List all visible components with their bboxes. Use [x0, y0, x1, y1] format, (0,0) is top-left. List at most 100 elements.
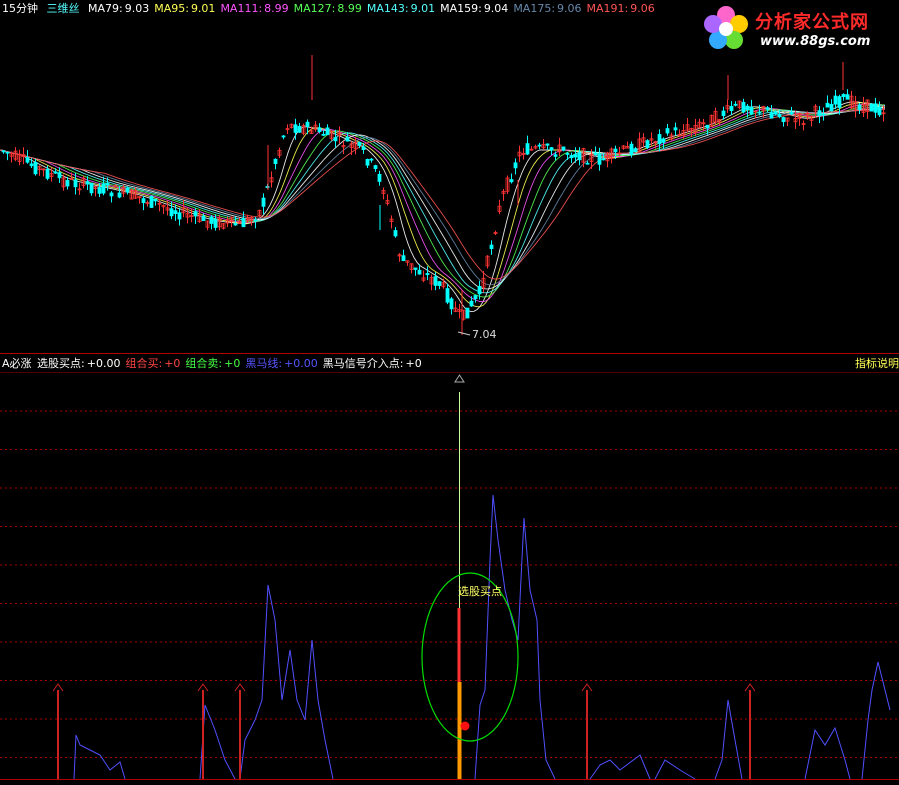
candle-body — [261, 197, 266, 207]
candle-body — [209, 216, 214, 224]
indicator-segment — [199, 704, 236, 780]
indicator-item-label: 黑马线: — [245, 357, 283, 370]
candle-body — [525, 143, 530, 155]
indicator-segment — [654, 759, 696, 780]
ma-legend-item[interactable]: MA191: 9.06 — [587, 2, 655, 15]
candle-body — [333, 137, 338, 142]
ma-value: 9.01 — [190, 2, 216, 15]
ma-line — [0, 104, 886, 298]
candle-body — [869, 103, 874, 112]
indicator-value-item[interactable]: 组合卖: +0 — [185, 357, 240, 370]
ma-legend: MA79: 9.03 MA95: 9.01 MA111: 8.99 MA127: 8.99 MA… — [88, 2, 660, 15]
ma-legend-item[interactable]: MA79: 9.03 — [88, 2, 149, 15]
ma-legend-item[interactable]: MA143: 9.01 — [367, 2, 435, 15]
up-arrow-icon — [234, 683, 246, 692]
candle-body — [377, 173, 382, 182]
price-low-marker — [457, 331, 471, 336]
indicator-item-value: +0 — [224, 357, 241, 370]
candle-body — [661, 138, 666, 143]
candle-body — [57, 172, 62, 179]
period-label[interactable]: 15分钟 — [2, 2, 38, 15]
indicator-value-item[interactable]: 选股买点: +0.00 — [37, 357, 120, 370]
candle-body — [613, 148, 618, 153]
logo-url: www.88gs.com — [760, 34, 871, 49]
candle-body — [445, 288, 450, 303]
candle-body — [821, 113, 826, 116]
ma-label: MA111: — [220, 2, 263, 15]
candle-body — [173, 210, 178, 214]
candle-body — [789, 112, 794, 115]
candle-body — [425, 273, 430, 276]
ma-line — [0, 102, 886, 308]
candle-body — [629, 143, 634, 155]
candle-body — [177, 212, 182, 220]
candle-body — [213, 218, 218, 228]
indicator-value-item[interactable]: 黑马线: +0.00 — [245, 357, 317, 370]
ma-value: 9.01 — [410, 2, 436, 15]
chart-canvas[interactable] — [0, 0, 899, 785]
candle-body — [765, 107, 770, 110]
candle-body — [777, 113, 782, 118]
indicator-item-label: 选股买点: — [37, 357, 85, 370]
candle-body — [781, 117, 786, 123]
indicator-value-item[interactable]: 黑马信号介入点: +0 — [323, 357, 422, 370]
ma-label: MA95: — [154, 2, 189, 15]
candle-body — [773, 111, 778, 115]
candle-body — [673, 127, 678, 131]
candle-body — [417, 269, 422, 275]
candle-body — [433, 276, 438, 286]
ma-value: 8.99 — [264, 2, 289, 15]
candle-body — [509, 179, 514, 183]
indicator-segment — [804, 726, 851, 780]
ma-label: MA191: — [586, 2, 629, 15]
candle-body — [45, 168, 50, 179]
ma-line — [0, 103, 886, 303]
up-arrow-icon — [744, 683, 756, 692]
candle-body — [633, 148, 638, 153]
indicator-help-button[interactable]: 指标说明 — [855, 357, 899, 371]
candle-body — [241, 217, 246, 228]
candle-body — [141, 198, 146, 204]
flower-logo-icon — [704, 6, 748, 49]
candle-body — [745, 105, 750, 111]
candle-body — [105, 182, 110, 186]
candle-body — [757, 111, 762, 114]
candle-body — [817, 110, 822, 116]
candle-body — [537, 144, 542, 147]
candle-body — [201, 215, 206, 222]
candle-body — [465, 307, 470, 319]
ma-legend-item[interactable]: MA159: 9.04 — [440, 2, 508, 15]
candle-body — [5, 151, 10, 154]
candle-body — [829, 104, 834, 112]
candle-body — [749, 106, 754, 115]
candlestick-series — [1, 55, 886, 335]
candle-body — [833, 95, 838, 105]
buy-signal-arrows — [52, 683, 756, 779]
up-arrow-icon — [197, 683, 209, 692]
ma-legend-item[interactable]: MA175: 9.06 — [513, 2, 581, 15]
indicator-header: A必涨 选股买点: +0.00 组合买: +0 组合卖: +0 黑马线: +0.00 黑马信号介… — [2, 357, 432, 371]
candle-body — [437, 281, 442, 286]
indicator-name[interactable]: 三维丝 — [47, 2, 80, 15]
candle-body — [89, 182, 94, 194]
indicator-title[interactable]: A必涨 — [2, 357, 32, 370]
indicator-segment — [239, 584, 334, 780]
ma-legend-item[interactable]: MA127: 8.99 — [294, 2, 362, 15]
ma-legend-item[interactable]: MA95: 9.01 — [154, 2, 215, 15]
candle-body — [645, 140, 650, 148]
indicator-values: 选股买点: +0.00 组合买: +0 组合卖: +0 黑马线: +0.00 黑马信号介入点: +… — [37, 357, 427, 370]
indicator-value-item[interactable]: 组合买: +0 — [125, 357, 180, 370]
candle-body — [297, 126, 302, 133]
candle-body — [705, 124, 710, 129]
candle-body — [169, 208, 174, 217]
candle-body — [401, 255, 406, 261]
candle-body — [281, 135, 286, 138]
candle-body — [665, 128, 670, 134]
candle-body — [601, 158, 606, 161]
indicator-segment — [589, 754, 651, 780]
candle-body — [469, 300, 474, 307]
candle-body — [317, 127, 322, 133]
ma-legend-item[interactable]: MA111: 8.99 — [220, 2, 288, 15]
candle-body — [549, 147, 554, 151]
indicator-item-value: +0.00 — [284, 357, 318, 370]
